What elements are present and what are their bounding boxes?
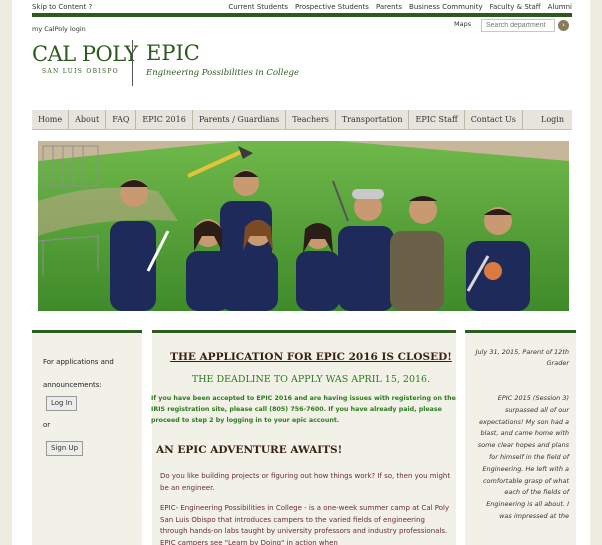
nav-about[interactable]: About xyxy=(69,110,107,129)
link-parents[interactable]: Parents xyxy=(376,3,402,11)
header-divider xyxy=(32,13,572,17)
sidebar-panel: For applications and announcements: Log … xyxy=(32,330,142,545)
link-alumni[interactable]: Alumni xyxy=(548,3,572,11)
site-subtitle: Engineering Possibilities in College xyxy=(146,68,299,78)
testimonial-quote: EPIC 2015 (Session 3) surpassed all of o… xyxy=(477,394,569,520)
audience-links: Current Students Prospective Students Pa… xyxy=(228,3,572,11)
link-faculty-staff[interactable]: Faculty & Staff xyxy=(490,3,541,11)
my-calpoly-login-link[interactable]: my CalPoly login xyxy=(32,25,86,33)
nav-epic-staff[interactable]: EPIC Staff xyxy=(409,110,465,129)
nav-faq[interactable]: FAQ xyxy=(106,110,137,129)
page: Skip to Content ? Current Students Prosp… xyxy=(12,0,590,545)
help-icon: ? xyxy=(88,3,93,11)
link-business-community[interactable]: Business Community xyxy=(409,3,483,11)
nav-home[interactable]: Home xyxy=(32,110,70,129)
sidebar-heading-line2: announcements: xyxy=(43,381,102,389)
testimonial-date: July 31, 2015, Parent of 12th Grader xyxy=(475,348,569,367)
nav-epic-2016[interactable]: EPIC 2016 xyxy=(136,110,193,129)
nav-parents-guardians[interactable]: Parents / Guardians xyxy=(193,110,287,129)
adventure-heading: AN EPIC ADVENTURE AWAITS! xyxy=(156,444,343,456)
main-nav: Home About FAQ EPIC 2016 Parents / Guard… xyxy=(32,110,572,130)
hero-photo xyxy=(38,141,569,311)
skip-to-content-link[interactable]: Skip to Content ? xyxy=(32,3,92,11)
sign-up-button[interactable]: Sign Up xyxy=(46,441,84,456)
site-title[interactable]: EPIC xyxy=(146,42,200,64)
calpoly-logo[interactable]: CAL POLY SAN LUIS OBISPO xyxy=(32,42,138,76)
sidebar-or-label: or xyxy=(43,421,51,429)
deadline-notice: THE DEADLINE TO APPLY WAS APRIL 15, 2016… xyxy=(191,374,431,385)
search-go-icon[interactable]: › xyxy=(558,20,569,31)
logo-location: SAN LUIS OBISPO xyxy=(42,68,119,75)
nav-transportation[interactable]: Transportation xyxy=(336,110,410,129)
accepted-notice: If you have been accepted to EPIC 2016 a… xyxy=(151,395,456,424)
maps-link[interactable]: Maps xyxy=(454,20,471,28)
link-current-students[interactable]: Current Students xyxy=(228,3,288,11)
testimonial-panel: July 31, 2015, Parent of 12th Grader EPI… xyxy=(465,330,576,545)
sidebar-heading-line1: For applications and xyxy=(43,358,114,366)
sidebar-heading: For applications and announcements: xyxy=(43,351,133,397)
main-content: THE APPLICATION FOR EPIC 2016 IS CLOSED!… xyxy=(151,330,456,545)
nav-teachers[interactable]: Teachers xyxy=(286,110,336,129)
logo-wordmark: CAL POLY xyxy=(32,42,138,66)
nav-contact-us[interactable]: Contact Us xyxy=(465,110,523,129)
logo-divider xyxy=(132,40,133,86)
link-prospective-students[interactable]: Prospective Students xyxy=(295,3,369,11)
intro-paragraph: Do you like building projects or figurin… xyxy=(160,472,451,492)
log-in-button[interactable]: Log In xyxy=(46,396,78,411)
description-paragraph: EPIC- Engineering Possibilities in Colle… xyxy=(160,504,450,545)
application-closed-heading: THE APPLICATION FOR EPIC 2016 IS CLOSED! xyxy=(170,351,452,363)
nav-login[interactable]: Login xyxy=(535,110,572,129)
search-input[interactable] xyxy=(481,19,555,32)
